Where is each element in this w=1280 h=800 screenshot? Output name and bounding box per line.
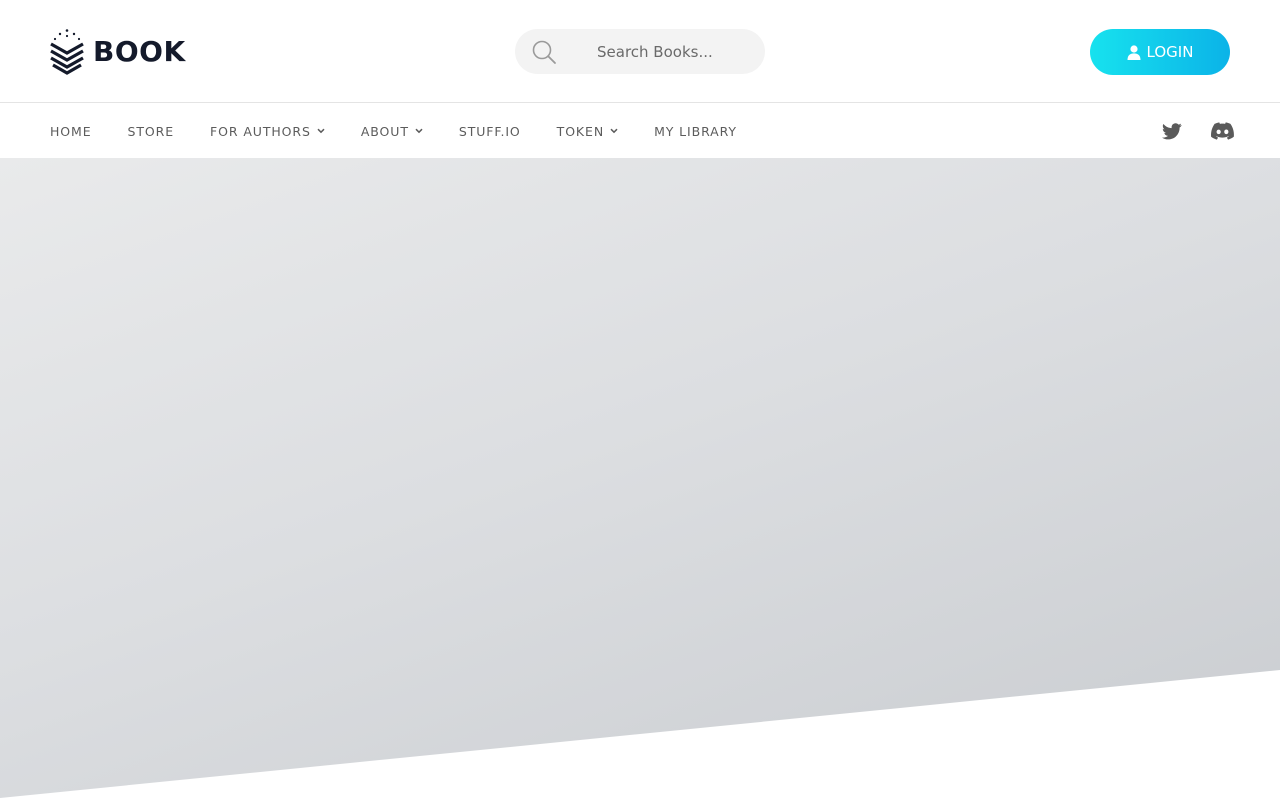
nav-item-store[interactable]: STORE — [128, 124, 175, 139]
search-input[interactable] — [597, 29, 757, 74]
nav-item-for-authors[interactable]: FOR AUTHORS — [210, 124, 325, 139]
nav-item-label: FOR AUTHORS — [210, 123, 311, 139]
nav-item-label: STUFF.IO — [458, 123, 521, 139]
nav-item-my-library[interactable]: MY LIBRARY — [654, 124, 737, 139]
social-links — [1162, 104, 1234, 158]
discord-link[interactable] — [1182, 122, 1234, 140]
search-box — [515, 29, 765, 74]
hero-banner — [0, 158, 1280, 798]
twitter-icon — [1162, 122, 1182, 139]
nav-item-label: HOME — [50, 123, 92, 139]
main-nav: HOME STORE FOR AUTHORS ABOUT STUFF.IO TO… — [0, 104, 1280, 158]
nav-item-token[interactable]: TOKEN — [557, 124, 618, 139]
search-icon[interactable] — [531, 39, 557, 65]
nav-item-label: ABOUT — [360, 123, 409, 139]
nav-list: HOME STORE FOR AUTHORS ABOUT STUFF.IO TO… — [50, 104, 773, 158]
discord-icon — [1211, 122, 1234, 140]
brand-name: BOOK — [93, 35, 186, 68]
nav-item-label: TOKEN — [556, 123, 605, 139]
brand-logo[interactable]: BOOK — [49, 28, 186, 76]
user-icon — [1127, 44, 1141, 60]
login-button[interactable]: LOGIN — [1090, 29, 1230, 75]
chevron-stack-logo-icon — [50, 29, 84, 75]
top-header: BOOK LOGIN — [0, 0, 1280, 103]
nav-item-label: STORE — [127, 123, 175, 139]
nav-item-home[interactable]: HOME — [50, 124, 92, 139]
login-label: LOGIN — [1146, 43, 1194, 61]
nav-item-stuff-io[interactable]: STUFF.IO — [459, 124, 521, 139]
chevron-down-icon — [415, 128, 423, 134]
twitter-link[interactable] — [1162, 122, 1182, 140]
nav-item-about[interactable]: ABOUT — [361, 124, 423, 139]
nav-item-label: MY LIBRARY — [654, 123, 737, 139]
chevron-down-icon — [317, 128, 325, 134]
chevron-down-icon — [610, 128, 618, 134]
